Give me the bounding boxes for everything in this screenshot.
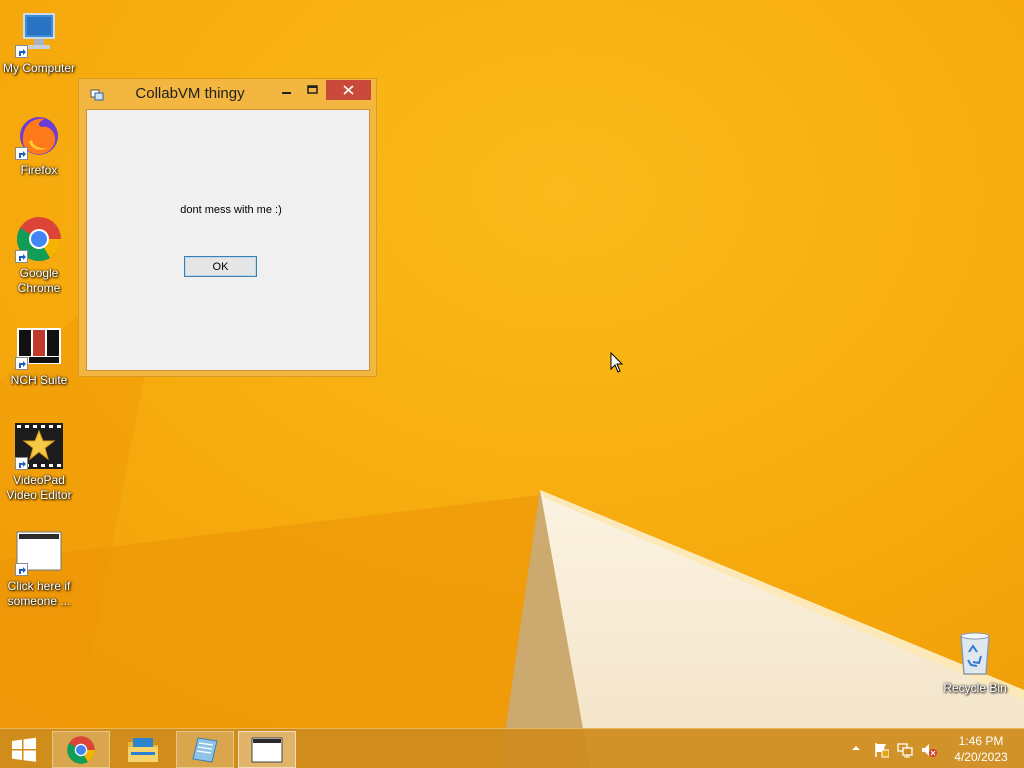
mouse-cursor-icon <box>610 352 624 373</box>
chrome-icon <box>15 215 63 263</box>
desktop-icon-label: NCH Suite <box>10 373 68 387</box>
desktop-icon-recycle-bin[interactable]: Recycle Bin <box>936 630 1014 696</box>
chevron-up-icon <box>852 746 860 750</box>
windows-logo-icon <box>12 737 36 762</box>
network-button[interactable] <box>897 729 915 768</box>
shortcut-arrow-icon <box>15 457 28 470</box>
dialog-title: CollabVM thingy <box>135 85 245 102</box>
desktop-icon-firefox[interactable]: Firefox <box>0 112 78 178</box>
taskbar-notepad[interactable] <box>176 731 234 768</box>
close-button[interactable] <box>326 80 371 100</box>
close-icon <box>343 85 354 95</box>
taskbar-chrome[interactable] <box>52 731 110 768</box>
nch-logo-icon <box>15 322 63 370</box>
dialog-titlebar[interactable]: CollabVM thingy <box>79 79 376 109</box>
window-icon <box>251 737 283 762</box>
show-hidden-icons-button[interactable] <box>850 729 864 768</box>
maximize-button[interactable] <box>303 80 323 100</box>
maximize-icon <box>307 85 318 94</box>
shortcut-arrow-icon <box>15 563 28 576</box>
minimize-button[interactable] <box>277 80 297 100</box>
notepad-icon <box>192 736 218 763</box>
clock-time: 1:46 PM <box>958 734 1004 748</box>
flag-icon <box>875 743 889 758</box>
desktop-icon-label: Firefox <box>20 163 58 177</box>
videopad-star-icon <box>15 422 63 470</box>
taskbar-file-explorer[interactable] <box>114 731 172 768</box>
desktop-icon-google-chrome[interactable]: Google Chrome <box>0 215 78 296</box>
shortcut-arrow-icon <box>15 250 28 263</box>
desktop-icon-videopad[interactable]: VideoPad Video Editor <box>0 422 78 503</box>
action-center-button[interactable] <box>873 729 891 768</box>
desktop-icon-label: Click here if someone ... <box>7 579 71 608</box>
shortcut-arrow-icon <box>15 357 28 370</box>
network-icon <box>897 743 913 758</box>
window-icon <box>15 528 63 576</box>
shortcut-arrow-icon <box>15 147 28 160</box>
start-button[interactable] <box>0 731 48 768</box>
dialog-client-area: dont mess with me :) OK <box>86 109 370 371</box>
volume-button[interactable] <box>921 729 939 768</box>
shortcut-arrow-icon <box>15 45 28 58</box>
desktop-icon-label: Google Chrome <box>17 266 61 295</box>
taskbar: 1:46 PM 4/20/2023 <box>0 728 1024 768</box>
desktop-icon-label: VideoPad Video Editor <box>6 473 72 502</box>
desktop-icon-nch-suite[interactable]: NCH Suite <box>0 322 78 388</box>
taskbar-window[interactable] <box>238 731 296 768</box>
taskbar-clock[interactable]: 1:46 PM 4/20/2023 <box>944 733 1018 765</box>
volume-muted-icon <box>922 744 937 757</box>
dialog-message: dont mess with me :) <box>180 204 282 216</box>
file-explorer-icon <box>128 737 158 762</box>
dialog-window[interactable]: CollabVM thingy dont mess with me :) OK <box>78 78 377 377</box>
desktop-icon-click-here[interactable]: Click here if someone ... <box>0 528 78 609</box>
desktop-icon-label: My Computer <box>2 61 76 75</box>
computer-icon <box>15 10 63 58</box>
desktop-icon-my-computer[interactable]: My Computer <box>0 10 78 76</box>
minimize-icon <box>282 92 291 94</box>
firefox-icon <box>15 112 63 160</box>
recycle-bin-icon <box>951 630 999 678</box>
clock-date: 4/20/2023 <box>954 750 1008 764</box>
ok-button[interactable]: OK <box>184 256 257 277</box>
chrome-icon <box>67 735 95 764</box>
desktop-icon-label: Recycle Bin <box>943 681 1007 695</box>
